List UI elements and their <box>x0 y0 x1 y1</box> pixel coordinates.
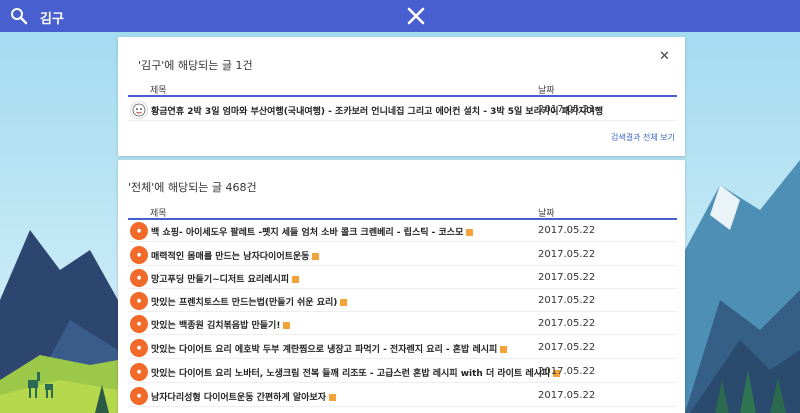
new-badge-icon <box>340 299 348 306</box>
new-badge-icon <box>466 229 474 236</box>
avatar: ● <box>130 292 148 310</box>
new-badge-icon <box>283 322 291 329</box>
row-title[interactable]: 백 쇼핑- 아이세도우 팔레트 -펫지 세들 엄처 소바 콜크 크렌베리 - 립… <box>151 225 474 238</box>
table-row[interactable]: ● 백 쇼핑- 아이세도우 팔레트 -펫지 세들 엄처 소바 콜크 크렌베리 -… <box>128 220 677 242</box>
row-date: 2017.05.22 <box>538 366 596 377</box>
new-badge-icon <box>329 394 337 401</box>
row-title[interactable]: 맛있는 프렌치토스트 만드는법(만들기 쉬운 요리) <box>151 295 348 308</box>
close-icon[interactable] <box>407 7 425 25</box>
keyword-results-card: '김구'에 해당되는 글 1건 ✕ 제목 날짜 황금연휴 2박 3일 엄마와 부… <box>118 37 685 156</box>
new-badge-icon <box>500 346 508 353</box>
row-date: 2017.05.22 <box>538 318 596 329</box>
row-title[interactable]: 맛있는 다이어트 요리 노바터, 노생크림 전복 들깨 리조또 - 고급스런 혼… <box>151 366 561 379</box>
table-row[interactable]: ● 망고푸딩 만들기~디저트 요리레시피 2017.05.22 <box>128 267 677 289</box>
avatar: ● <box>130 339 148 357</box>
row-title[interactable]: 매력적인 몸매를 만드는 남자다이어트운동 <box>151 249 320 262</box>
avatar: ● <box>130 387 148 405</box>
row-date: 2017.05.22 <box>538 225 596 236</box>
avatar: ● <box>130 363 148 381</box>
avatar <box>130 101 148 119</box>
row-title[interactable]: 망고푸딩 만들기~디저트 요리레시피 <box>151 272 300 285</box>
row-title[interactable]: 맛있는 다이어트 요리 에호박 두부 계란찜으로 냉장고 파먹기 - 전자렌지 … <box>151 342 508 355</box>
table-row[interactable]: ● 매력적인 몸매를 만드는 남자다이어트운동 2017.05.22 <box>128 244 677 266</box>
all-posts-card: '전체'에 해당되는 글 468건 제목 날짜 ● 백 쇼핑- 아이세도우 팔레… <box>118 160 685 413</box>
avatar: ● <box>130 315 148 333</box>
table-row[interactable]: ● 남자다리성형 다이어트운동 간편하게 알아보자 2017.05.22 <box>128 385 677 407</box>
close-icon[interactable]: ✕ <box>659 50 670 64</box>
new-badge-icon <box>312 253 320 260</box>
column-title: 제목 <box>150 86 167 96</box>
avatar: ● <box>130 246 148 264</box>
table-row[interactable]: ● 맛있는 백종원 김치볶음밥 만들기! 2017.05.22 <box>128 313 677 335</box>
row-date: 2017.05.22 <box>538 249 596 260</box>
table-row[interactable]: ● 맛있는 프렌치토스트 만드는법(만들기 쉬운 요리) 2017.05.22 <box>128 290 677 312</box>
card-title: '김구'에 해당되는 글 1건 <box>138 59 253 72</box>
row-title[interactable]: 맛있는 백종원 김치볶음밥 만들기! <box>151 318 291 331</box>
card-title: '전체'에 해당되는 글 468건 <box>128 181 257 194</box>
search-bar: 김구 <box>0 0 800 32</box>
table-header: 제목 날짜 <box>128 81 677 97</box>
new-badge-icon <box>292 276 300 283</box>
row-title[interactable]: 남자다리성형 다이어트운동 간편하게 알아보자 <box>151 390 337 403</box>
row-date: 2017.05.22 <box>538 272 596 283</box>
row-title[interactable]: 황금연휴 2박 3일 엄마와 부산여행(국내여행) - 조카보러 언니네집 그리… <box>151 104 603 117</box>
search-query[interactable]: 김구 <box>40 8 64 27</box>
row-date: 2017.05.22 <box>538 342 596 353</box>
row-date: 2017.05.22 <box>538 390 596 401</box>
table-row[interactable]: ● 맛있는 다이어트 요리 노바터, 노생크림 전복 들깨 리조또 - 고급스런… <box>128 361 677 383</box>
row-date: 2017.05.22 <box>538 295 596 306</box>
row-date: 2017.05.21 <box>538 104 596 115</box>
avatar: ● <box>130 222 148 240</box>
avatar: ● <box>130 269 148 287</box>
column-date: 날짜 <box>538 86 555 96</box>
table-header: 제목 날짜 <box>128 204 677 220</box>
search-icon[interactable] <box>10 7 28 25</box>
column-title: 제목 <box>150 209 167 219</box>
character-icon <box>132 103 146 117</box>
table-row[interactable]: 황금연휴 2박 3일 엄마와 부산여행(국내여행) - 조카보러 언니네집 그리… <box>128 99 677 121</box>
column-date: 날짜 <box>538 209 555 219</box>
view-all-results-link[interactable]: 검색결과 전체 보기 <box>611 132 675 143</box>
table-row[interactable]: ● 맛있는 다이어트 요리 에호박 두부 계란찜으로 냉장고 파먹기 - 전자렌… <box>128 337 677 359</box>
